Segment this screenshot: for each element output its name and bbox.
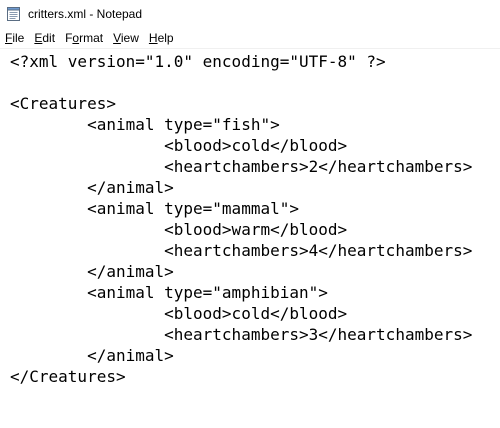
- menu-format[interactable]: Format: [60, 28, 108, 48]
- text-line: <?xml version="1.0" encoding="UTF-8" ?>: [10, 52, 386, 71]
- menu-edit-rest: dit: [42, 31, 56, 45]
- text-line: <blood>cold</blood>: [10, 136, 348, 155]
- menu-help-mnemonic: H: [148, 31, 158, 45]
- text-line: <animal type="amphibian">: [10, 283, 328, 302]
- menu-format-rest: rmat: [79, 31, 104, 45]
- notepad-icon: [7, 6, 20, 21]
- text-line: <blood>warm</blood>: [10, 220, 348, 239]
- window-title: critters.xml - Notepad: [28, 7, 143, 21]
- text-line: </Creatures>: [10, 367, 126, 386]
- menu-file[interactable]: File: [0, 28, 29, 48]
- text-line: <heartchambers>4</heartchambers>: [10, 241, 473, 260]
- text-line: </animal>: [10, 178, 174, 197]
- text-line: <animal type="mammal">: [10, 199, 299, 218]
- text-line: </animal>: [10, 262, 174, 281]
- menu-file-rest: ile: [12, 31, 25, 45]
- text-line: <heartchambers>3</heartchambers>: [10, 325, 473, 344]
- menu-view-rest: iew: [120, 31, 139, 45]
- text-line: <heartchambers>2</heartchambers>: [10, 157, 473, 176]
- text-line: <animal type="fish">: [10, 115, 280, 134]
- text-line: </animal>: [10, 346, 174, 365]
- text-editor-area[interactable]: <?xml version="1.0" encoding="UTF-8" ?> …: [0, 49, 500, 428]
- text-line: <blood>cold</blood>: [10, 304, 348, 323]
- notepad-window: critters.xml - Notepad File Edit Format …: [0, 0, 500, 428]
- text-line: <Creatures>: [10, 94, 116, 113]
- menu-help[interactable]: Help: [144, 28, 179, 48]
- menu-view-mnemonic: V: [113, 31, 121, 45]
- menu-bar: File Edit Format View Help: [0, 28, 500, 49]
- title-bar[interactable]: critters.xml - Notepad: [0, 0, 500, 28]
- menu-edit[interactable]: Edit: [29, 28, 60, 48]
- menu-view[interactable]: View: [108, 28, 144, 48]
- menu-help-rest: elp: [157, 31, 174, 45]
